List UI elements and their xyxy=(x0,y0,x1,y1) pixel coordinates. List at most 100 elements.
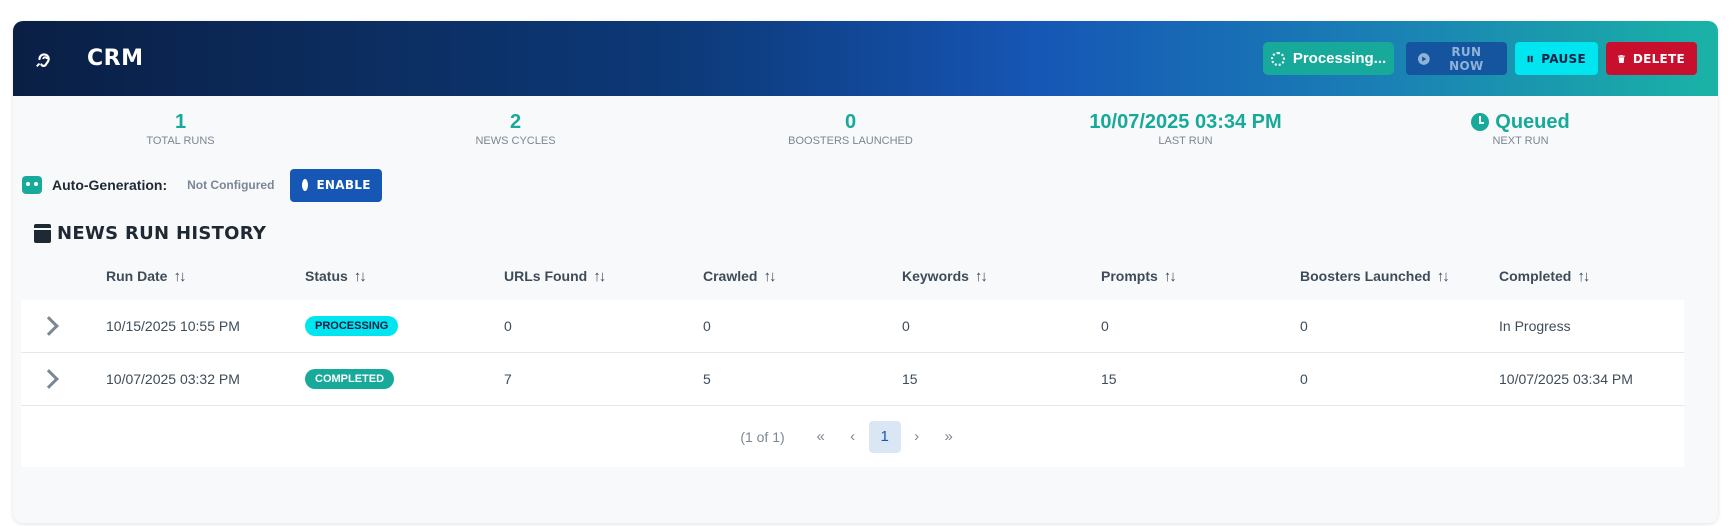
stat-label: TOTAL RUNS xyxy=(146,135,215,147)
table-row: 10/15/2025 10:55 PM PROCESSING 0 0 0 0 0… xyxy=(21,300,1684,353)
sort-icon: ↑↓ xyxy=(173,267,186,285)
processing-label: Processing... xyxy=(1292,50,1387,67)
status-badge: COMPLETED xyxy=(305,369,395,389)
stat-next-run: Queued NEXT RUN xyxy=(1353,110,1688,158)
cell-boosters-launched: 0 xyxy=(1300,318,1308,334)
spinner-icon xyxy=(1270,51,1285,66)
stat-last-run: 10/07/2025 03:34 PM LAST RUN xyxy=(1018,110,1353,158)
page-button-current[interactable]: 1 xyxy=(868,420,901,453)
column-header-run-date[interactable]: Run Date ↑↓ xyxy=(106,268,305,285)
enable-label: ENABLE xyxy=(316,178,371,192)
column-label: URLs Found xyxy=(504,268,588,284)
column-label: Keywords xyxy=(902,268,969,284)
processing-badge: Processing... xyxy=(1263,42,1394,75)
cell-keywords: 15 xyxy=(902,371,918,387)
table-row: 10/07/2025 03:32 PM COMPLETED 7 5 15 15 … xyxy=(21,353,1684,406)
cell-crawled: 5 xyxy=(703,371,711,387)
column-label: Run Date xyxy=(106,268,168,284)
cell-status: PROCESSING xyxy=(305,316,504,336)
auto-generation-row: Auto-Generation: Not Configured ENABLE xyxy=(13,168,1718,202)
delete-label: DELETE xyxy=(1632,51,1685,66)
column-header-keywords[interactable]: Keywords ↑↓ xyxy=(902,268,1101,285)
page-title: CRM xyxy=(87,46,144,71)
stat-value: Queued xyxy=(1495,111,1570,133)
column-header-crawled[interactable]: Crawled ↑↓ xyxy=(703,268,902,285)
stat-label: BOOSTERS LAUNCHED xyxy=(788,135,913,147)
enable-button[interactable]: ENABLE xyxy=(290,168,383,202)
clock-icon xyxy=(1471,113,1490,131)
cell-urls-found: 0 xyxy=(504,318,512,334)
cell-boosters-launched: 0 xyxy=(1300,371,1308,387)
auto-generation-label: Auto-Generation: xyxy=(52,177,168,193)
column-header-completed[interactable]: Completed ↑↓ xyxy=(1499,268,1684,285)
sort-icon: ↑↓ xyxy=(593,267,606,285)
column-label: Prompts xyxy=(1101,268,1158,284)
stat-label: NEXT RUN xyxy=(1492,135,1549,147)
sort-icon: ↑↓ xyxy=(1163,267,1177,285)
stat-label: NEWS CYCLES xyxy=(475,135,556,147)
cell-urls-found: 7 xyxy=(504,371,512,387)
stat-value: 1 xyxy=(174,111,187,133)
cell-keywords: 0 xyxy=(902,318,910,334)
chevron-right-icon xyxy=(39,369,59,389)
cell-completed: 10/07/2025 03:34 PM xyxy=(1499,371,1633,387)
sort-icon: ↑↓ xyxy=(1436,267,1450,285)
header-actions: Processing... RUN NOW PAUSE DELETE xyxy=(1263,42,1697,75)
stat-total-runs: 1 TOTAL RUNS xyxy=(13,110,348,158)
column-header-prompts[interactable]: Prompts ↑↓ xyxy=(1101,268,1300,285)
column-header-urls-found[interactable]: URLs Found ↑↓ xyxy=(504,268,703,285)
stats-row: 1 TOTAL RUNS 2 NEWS CYCLES 0 BOOSTERS LA… xyxy=(13,96,1718,158)
next-page-button[interactable]: › xyxy=(901,421,933,453)
sort-icon: ↑↓ xyxy=(763,267,776,285)
table-header: Run Date ↑↓ Status ↑↓ URLs Found ↑↓ Crawled… xyxy=(21,252,1684,300)
column-label: Boosters Launched xyxy=(1300,268,1431,284)
expand-row-button[interactable] xyxy=(21,369,106,389)
sort-icon: ↑↓ xyxy=(353,267,367,285)
column-label: Completed xyxy=(1499,268,1572,284)
history-table: Run Date ↑↓ Status ↑↓ URLs Found ↑↓ Crawled… xyxy=(21,252,1684,467)
stat-value: 0 xyxy=(844,111,857,133)
prev-page-button[interactable]: ‹ xyxy=(837,421,869,453)
pause-icon xyxy=(1527,55,1533,62)
pagination: (1 of 1) « ‹ 1 › » xyxy=(21,406,1684,467)
stat-boosters-launched: 0 BOOSTERS LAUNCHED xyxy=(683,110,1018,158)
cell-status: COMPLETED xyxy=(305,369,504,389)
status-badge: PROCESSING xyxy=(305,316,399,336)
column-label: Crawled xyxy=(703,268,758,284)
pagination-info: (1 of 1) xyxy=(740,428,785,445)
stat-value-wrap: Queued xyxy=(1471,110,1570,134)
stat-value: 2 xyxy=(509,111,522,133)
chevron-right-icon xyxy=(39,316,59,336)
stat-value: 10/07/2025 03:34 PM xyxy=(1089,111,1282,133)
column-header-boosters-launched[interactable]: Boosters Launched ↑↓ xyxy=(1300,268,1499,285)
calendar-icon xyxy=(34,223,51,243)
gear-icon xyxy=(302,179,309,191)
trash-icon xyxy=(1618,54,1625,63)
column-label: Status xyxy=(305,268,348,284)
pause-button[interactable]: PAUSE xyxy=(1515,42,1598,75)
column-header-status[interactable]: Status ↑↓ xyxy=(305,268,504,285)
card-header: CRM Processing... RUN NOW PAUSE DELETE xyxy=(13,21,1718,96)
robot-icon xyxy=(22,176,42,194)
expand-row-button[interactable] xyxy=(21,316,106,336)
cell-run-date: 10/15/2025 10:55 PM xyxy=(106,318,240,334)
history-title: NEWS RUN HISTORY xyxy=(57,222,267,244)
last-page-button[interactable]: » xyxy=(933,421,965,453)
cell-crawled: 0 xyxy=(703,318,711,334)
sort-icon: ↑↓ xyxy=(974,267,988,285)
ear-icon xyxy=(33,47,57,71)
history-heading: NEWS RUN HISTORY xyxy=(13,221,1718,245)
run-now-label: RUN NOW xyxy=(1449,44,1484,73)
auto-generation-status: Not Configured xyxy=(187,178,275,192)
cell-prompts: 0 xyxy=(1101,318,1109,334)
table-body: 10/15/2025 10:55 PM PROCESSING 0 0 0 0 0… xyxy=(21,300,1684,467)
stat-news-cycles: 2 NEWS CYCLES xyxy=(348,110,683,158)
cell-prompts: 15 xyxy=(1101,371,1117,387)
run-now-button[interactable]: RUN NOW xyxy=(1406,42,1507,75)
sort-icon: ↑↓ xyxy=(1577,267,1590,285)
stat-label: LAST RUN xyxy=(1158,135,1213,147)
delete-button[interactable]: DELETE xyxy=(1606,42,1697,75)
pause-label: PAUSE xyxy=(1541,51,1586,66)
first-page-button[interactable]: « xyxy=(805,421,837,453)
play-circle-icon xyxy=(1418,52,1430,65)
